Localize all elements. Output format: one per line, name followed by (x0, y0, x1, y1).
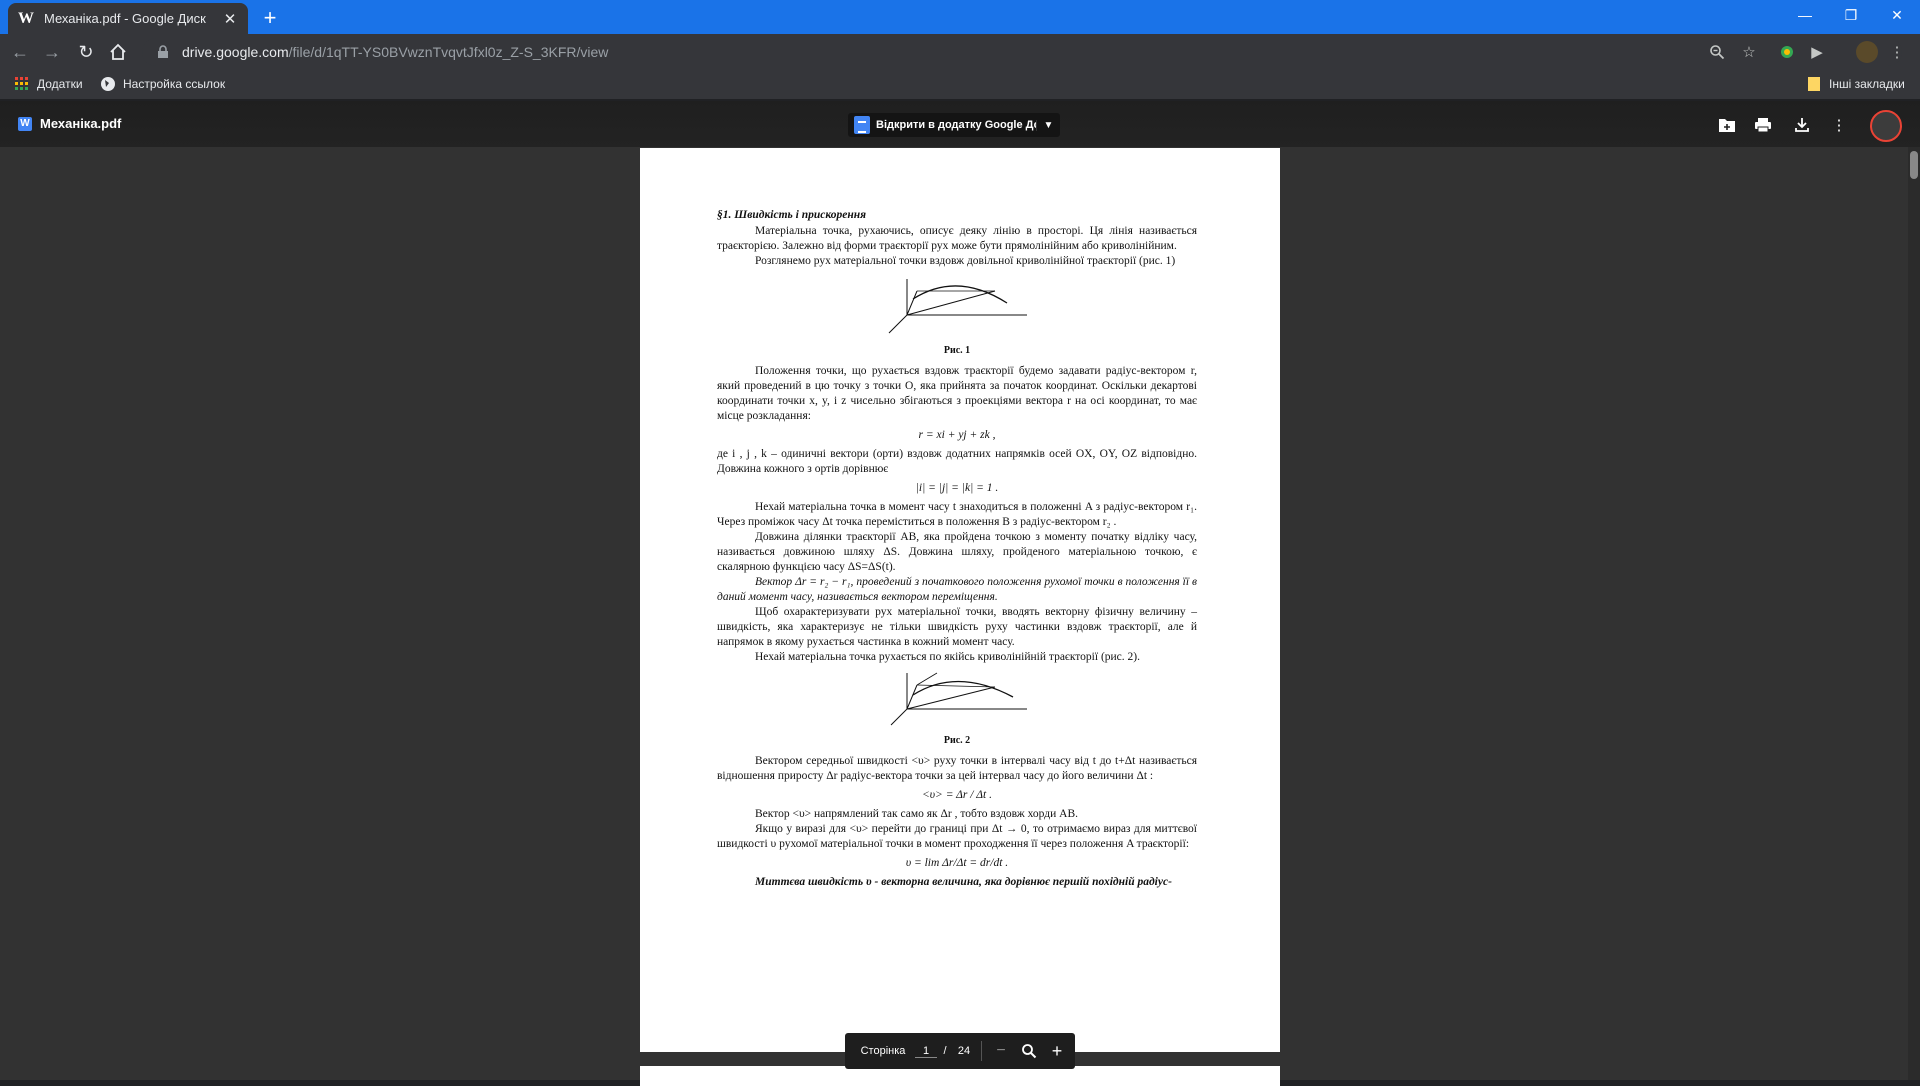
scrollbar-thumb[interactable] (1910, 151, 1918, 179)
open-with-button[interactable]: Відкрити в додатку Google До... ▼ (848, 113, 1060, 137)
paragraph: Нехай матеріальна точка в момент часу t … (717, 501, 1197, 528)
forward-icon[interactable]: → (40, 40, 64, 64)
bookmark-link-settings[interactable]: Настройка ссылок (100, 76, 225, 92)
close-window-button[interactable]: ✕ (1874, 0, 1920, 30)
paragraph: Матеріальна точка, рухаючись, описує дея… (717, 225, 1197, 252)
bookmark-link-settings-label: Настройка ссылок (123, 77, 226, 91)
url-path: /file/d/1qTT-YS0BVwznTvqvtJfxl0z_Z-S_3KF… (288, 44, 609, 60)
apps-grid-icon (15, 77, 28, 90)
bookmark-apps[interactable]: Додатки (14, 76, 83, 92)
page-total: 24 (957, 1045, 971, 1057)
document-name-label: Механіка.pdf (40, 116, 122, 131)
url-host: drive.google.com (182, 44, 289, 60)
tab-title: Механіка.pdf - Google Диск (44, 11, 206, 26)
formula: υ = lim Δr/Δt = dr/dt . (905, 857, 1009, 869)
google-docs-icon (854, 116, 870, 134)
other-bookmarks[interactable]: Інші закладки (1806, 76, 1905, 92)
zoom-in-button[interactable]: + (1044, 1041, 1070, 1062)
figure-2-trajectory (890, 672, 1027, 726)
address-bar[interactable]: drive.google.com/file/d/1qTT-YS0BVwznTvq… (142, 38, 1902, 66)
drive-viewer-header: W Механіка.pdf Відкрити в додатку Google… (0, 101, 1920, 147)
paragraph: Вектором середньої швидкості <υ> руху то… (717, 755, 1197, 782)
scrollbar[interactable] (1908, 147, 1920, 1080)
divider (981, 1041, 982, 1061)
zoom-out-button[interactable]: − (988, 1042, 1014, 1060)
figure-2-caption: Рис. 2 (943, 735, 971, 746)
more-actions-icon[interactable]: ⋮ (1828, 114, 1850, 136)
paragraph: Положення точки, що рухається вздовж тра… (717, 365, 1197, 422)
home-icon[interactable] (106, 40, 130, 64)
print-icon[interactable] (1752, 114, 1774, 136)
pdf-viewer-area: §1. Швидкість і прискорення Матеріальна … (0, 147, 1920, 1086)
paragraph: Щоб охарактеризувати рух матеріальної то… (717, 606, 1197, 648)
bookmark-apps-label: Додатки (37, 77, 83, 91)
other-bookmarks-label: Інші закладки (1829, 77, 1905, 91)
restore-button[interactable]: ❐ (1828, 0, 1874, 30)
account-avatar[interactable] (1870, 110, 1902, 142)
figure-1-trajectory (888, 279, 1027, 334)
open-with-label: Відкрити в додатку Google До... (876, 119, 1036, 131)
cast-extension-icon[interactable]: ▶ (1806, 41, 1828, 63)
paragraph: де i , j , k – одиничні вектори (орти) в… (717, 448, 1197, 475)
pdf-page: §1. Швидкість і прискорення Матеріальна … (640, 148, 1280, 1052)
zoom-icon[interactable] (1014, 1043, 1044, 1059)
close-tab-icon[interactable]: ✕ (222, 11, 238, 28)
formula: <υ> = Δr / Δt . (922, 789, 992, 801)
paragraph: Якщо у виразі для <υ> перейти до границі… (717, 823, 1197, 850)
word-file-icon: W (18, 116, 32, 131)
page-separator: / (943, 1045, 947, 1057)
download-icon[interactable] (1791, 114, 1813, 136)
browser-tab[interactable]: W Механіка.pdf - Google Диск ✕ (8, 3, 248, 34)
chevron-down-icon[interactable]: ▼ (1036, 119, 1060, 131)
pdf-page-next (640, 1066, 1280, 1086)
page-body: §1. Швидкість і прискорення Матеріальна … (717, 208, 1197, 890)
globe-icon (101, 77, 115, 91)
new-tab-button[interactable]: + (258, 5, 282, 30)
minimize-button[interactable]: — (1782, 0, 1828, 30)
bookmark-star-icon[interactable]: ☆ (1738, 41, 1760, 63)
paragraph: Розглянемо рух матеріальної точки вздовж… (755, 255, 1176, 267)
paragraph: Вектор <υ> напрямлений так само як Δr , … (755, 808, 1078, 820)
profile-avatar[interactable] (1856, 41, 1878, 63)
extension-icon[interactable] (1776, 41, 1798, 63)
paragraph: Миттєва швидкість υ - векторна величина,… (755, 876, 1172, 888)
formula: r = xi + yj + zk , (918, 429, 996, 441)
paragraph: Довжина ділянки траєкторії AB, яка пройд… (717, 531, 1197, 573)
browser-toolbar: ← → ↻ drive.google.com/file/d/1qTT-YS0BV… (0, 34, 1920, 70)
page-label: Сторінка (860, 1045, 906, 1057)
lock-icon (158, 45, 168, 58)
tab-strip: W Механіка.pdf - Google Диск ✕ + — ❐ ✕ (0, 0, 1920, 34)
folder-icon (1808, 77, 1820, 91)
zoom-icon[interactable] (1706, 41, 1728, 63)
page-number-input[interactable]: 1 (915, 1045, 937, 1058)
bookmarks-bar: Додатки Настройка ссылок Інші закладки (0, 70, 1920, 100)
figure-1-caption: Рис. 1 (943, 345, 971, 356)
add-to-drive-icon[interactable] (1716, 114, 1738, 136)
paragraph: Нехай матеріальна точка рухається по які… (755, 651, 1140, 663)
formula: |i| = |j| = |k| = 1 . (915, 482, 999, 494)
word-favicon-icon: W (18, 9, 34, 27)
reload-icon[interactable]: ↻ (74, 40, 98, 64)
back-icon[interactable]: ← (8, 40, 32, 64)
document-name: W Механіка.pdf (18, 116, 121, 131)
chrome-menu-icon[interactable]: ⋮ (1886, 41, 1908, 63)
paragraph: Вектор Δr = r₂ − r₁, проведений з початк… (717, 576, 1197, 603)
page-navigation: Сторінка 1 / 24 − + (845, 1033, 1075, 1069)
section-heading: §1. Швидкість і прискорення (717, 209, 867, 221)
